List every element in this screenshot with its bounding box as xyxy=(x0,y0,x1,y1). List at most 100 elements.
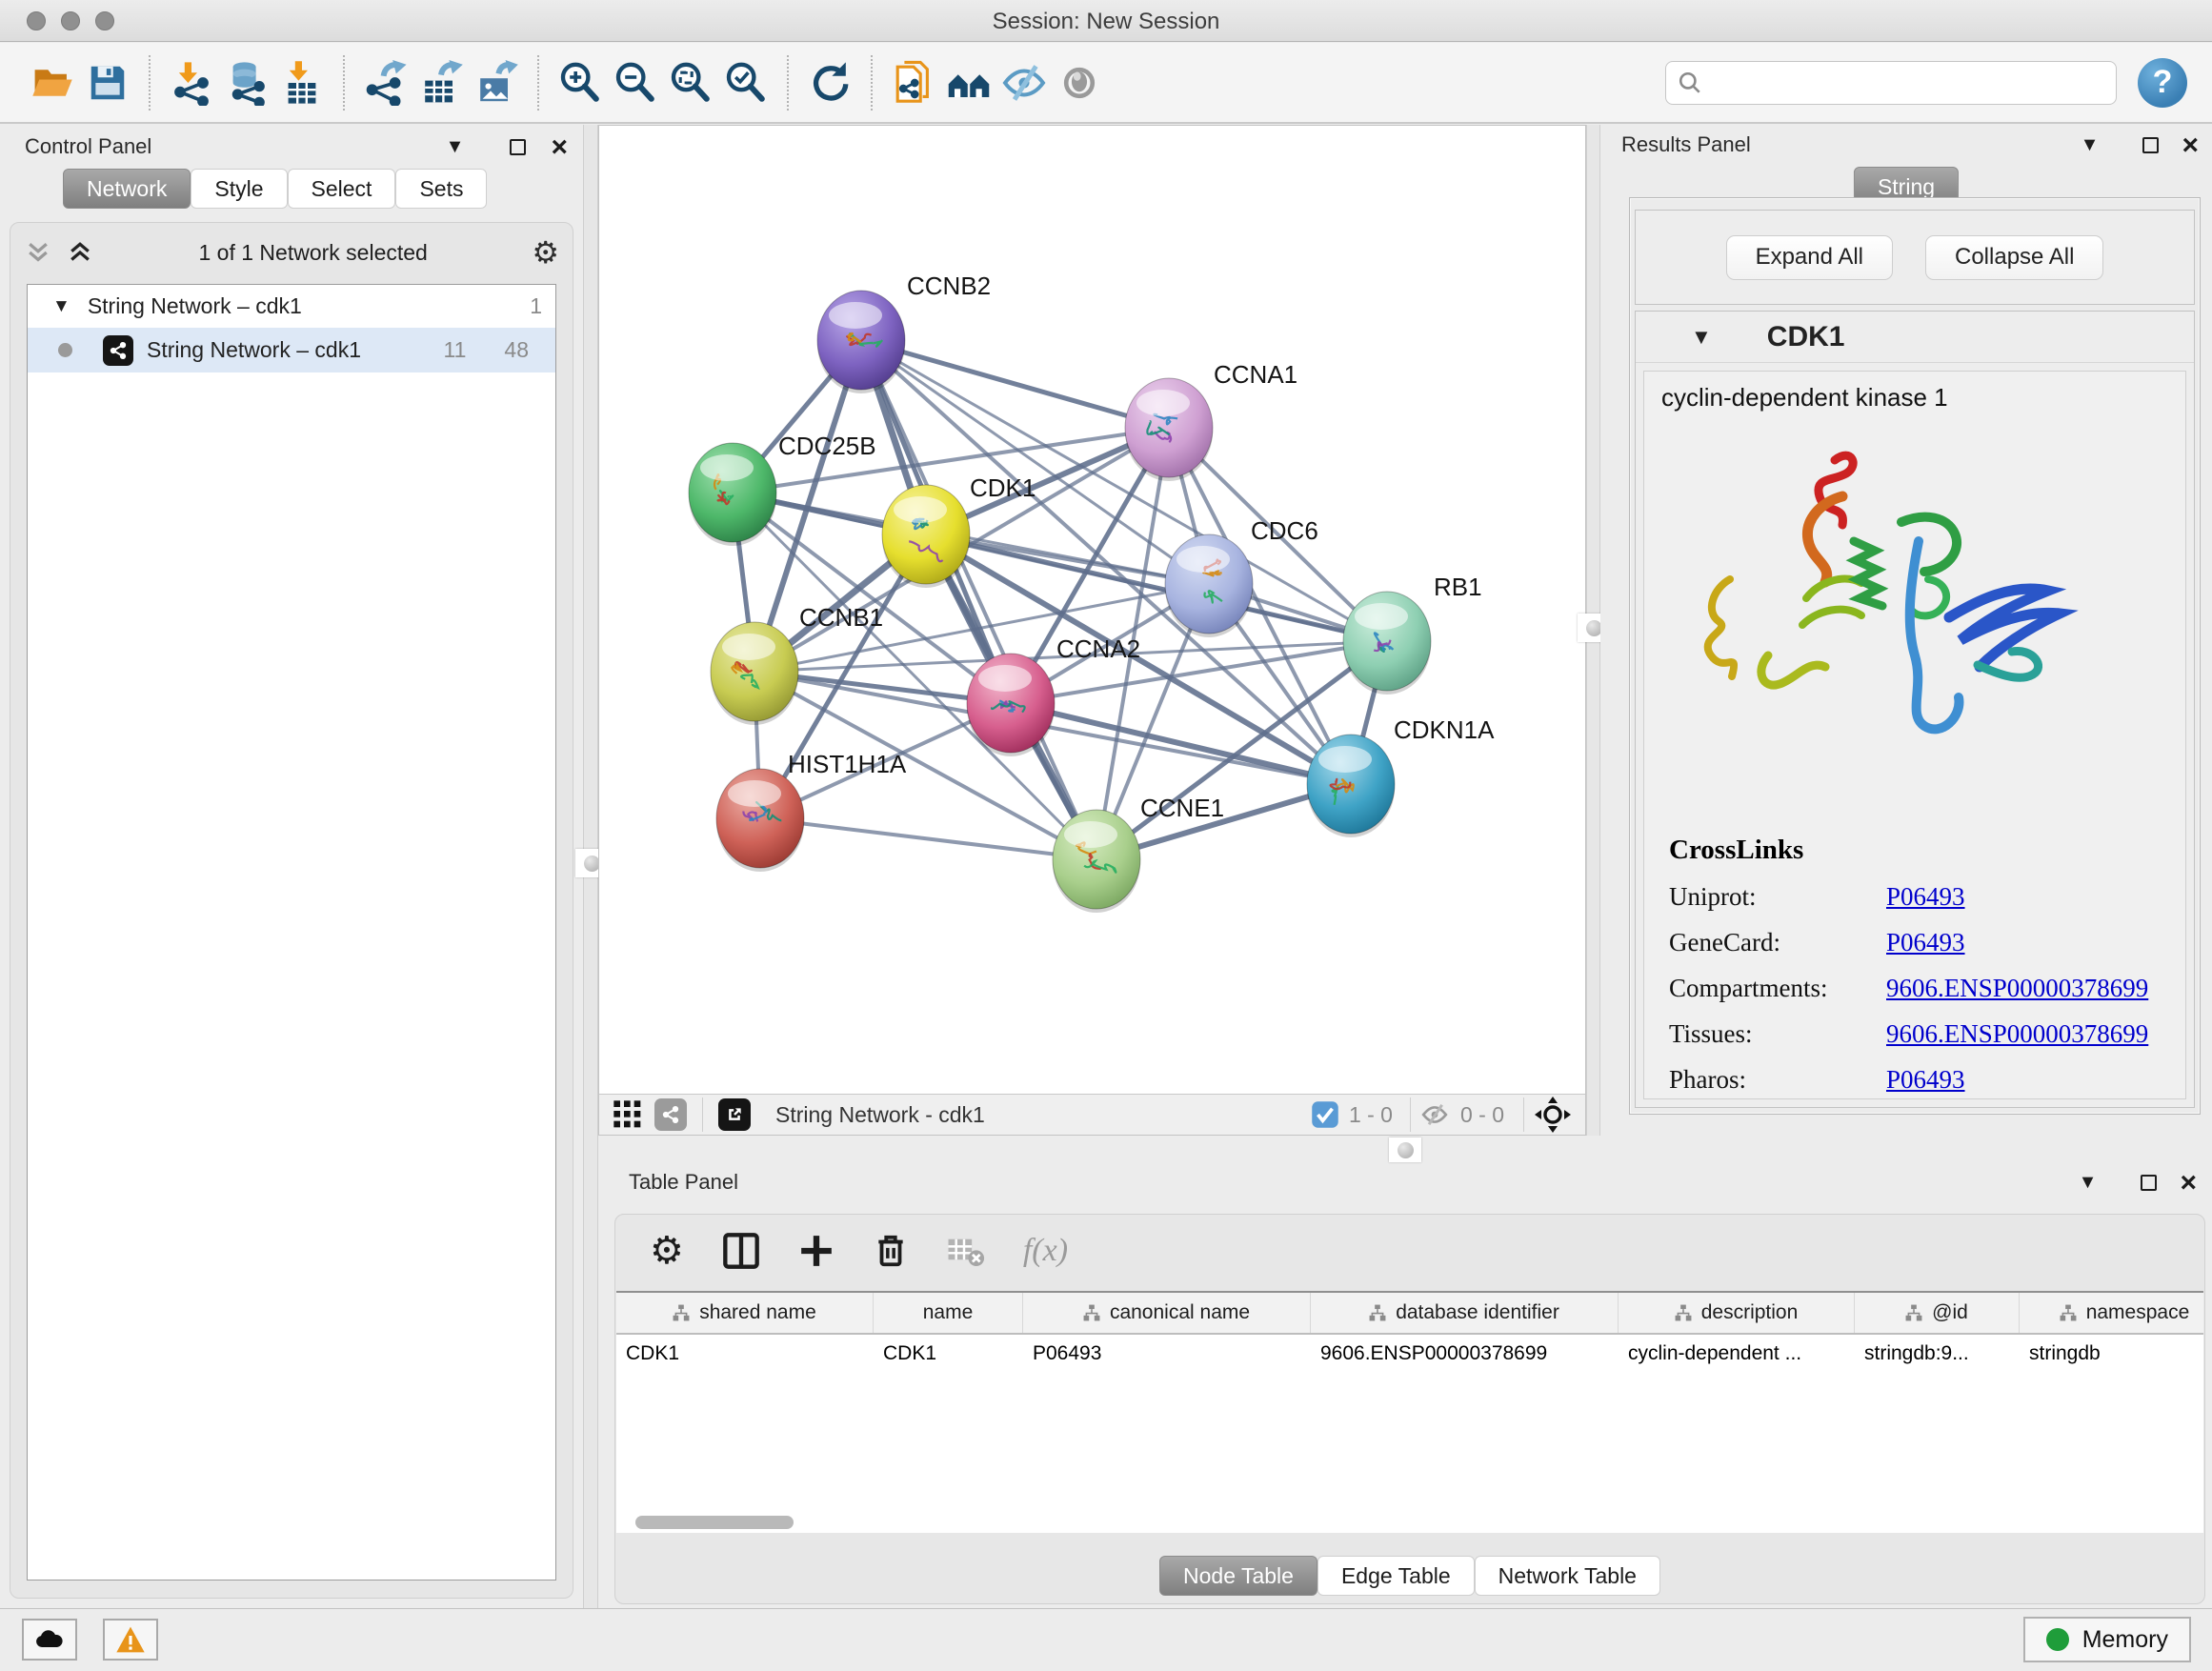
crosslink-link[interactable]: 9606.ENSP00000378699 xyxy=(1886,1019,2148,1049)
warnings-button[interactable] xyxy=(103,1619,158,1661)
column-header--id[interactable]: @id xyxy=(1855,1293,2020,1333)
fit-selection-crosshair-icon[interactable] xyxy=(1534,1096,1572,1134)
table-settings-gear-icon[interactable]: ⚙ xyxy=(650,1229,684,1273)
expand-all-icon[interactable] xyxy=(66,238,94,267)
tree-expand-icon[interactable]: ▼ xyxy=(52,296,70,317)
export-table-button[interactable] xyxy=(413,54,469,111)
tab-sets[interactable]: Sets xyxy=(395,169,487,209)
tab-style[interactable]: Style xyxy=(191,169,287,209)
scrollbar-thumb[interactable] xyxy=(635,1516,794,1529)
table-panel: Table Panel ▼ × ⚙ f(x) shared namenameca… xyxy=(598,1164,2212,1608)
collapse-panel-icon[interactable]: ▼ xyxy=(446,136,465,158)
table-cell[interactable]: stringdb xyxy=(2020,1335,2203,1375)
network-view[interactable]: CCNB2CCNA1CDC25BCDK1CDC6RB1CCNB1CCNA2CDK… xyxy=(598,125,1586,1136)
float-panel-icon[interactable] xyxy=(510,139,526,155)
share-network-file-button[interactable] xyxy=(886,54,941,111)
open-session-button[interactable] xyxy=(25,54,80,111)
main-toolbar: ? xyxy=(0,43,2212,124)
table-splitter[interactable] xyxy=(598,1136,2212,1164)
delete-column-trash-icon[interactable] xyxy=(873,1233,909,1269)
column-header-canonical-name[interactable]: canonical name xyxy=(1023,1293,1311,1333)
expand-all-button[interactable]: Expand All xyxy=(1726,235,1893,280)
table-row[interactable]: CDK1CDK1P064939606.ENSP00000378699cyclin… xyxy=(616,1335,2203,1375)
birds-eye-grid-icon[interactable] xyxy=(613,1099,643,1130)
column-header-database-identifier[interactable]: database identifier xyxy=(1311,1293,1619,1333)
crosslink-link[interactable]: P06493 xyxy=(1886,928,1965,957)
tab-edge-table[interactable]: Edge Table xyxy=(1317,1556,1475,1596)
memory-button[interactable]: Memory xyxy=(2023,1617,2191,1662)
table-cell[interactable]: CDK1 xyxy=(874,1335,1023,1375)
hide-unhide-button[interactable] xyxy=(996,54,1052,111)
column-header-name[interactable]: name xyxy=(874,1293,1023,1333)
collapse-panel-icon[interactable]: ▼ xyxy=(2081,134,2100,156)
column-header-namespace[interactable]: namespace xyxy=(2020,1293,2203,1333)
zoom-in-button[interactable] xyxy=(553,54,608,111)
left-splitter[interactable] xyxy=(583,125,598,1608)
table-cell[interactable]: 9606.ENSP00000378699 xyxy=(1311,1335,1619,1375)
collapse-panel-icon[interactable]: ▼ xyxy=(2079,1172,2098,1194)
graph-node-label-CCNA2: CCNA2 xyxy=(1056,634,1140,663)
network-canvas[interactable]: CCNB2CCNA1CDC25BCDK1CDC6RB1CCNB1CCNA2CDK… xyxy=(599,126,1585,1094)
cloud-icon xyxy=(33,1627,66,1652)
column-header-shared-name[interactable]: shared name xyxy=(616,1293,874,1333)
import-network-database-button[interactable] xyxy=(219,54,274,111)
close-panel-icon[interactable]: × xyxy=(551,139,568,155)
crosslink-link[interactable]: P06493 xyxy=(1886,882,1965,912)
table-header-row: shared namenamecanonical namedatabase id… xyxy=(616,1293,2203,1335)
table-splitter-handle[interactable] xyxy=(1389,1137,1421,1162)
zoom-out-button[interactable] xyxy=(608,54,663,111)
close-panel-icon[interactable]: × xyxy=(2180,1175,2197,1191)
hidden-eye-icon[interactable] xyxy=(1418,1098,1451,1131)
export-network-button[interactable] xyxy=(358,54,413,111)
table-cell[interactable]: CDK1 xyxy=(616,1335,874,1375)
column-header-description[interactable]: description xyxy=(1619,1293,1855,1333)
import-network-file-button[interactable] xyxy=(164,54,219,111)
toolbar-separator xyxy=(343,55,345,111)
collapse-all-button[interactable]: Collapse All xyxy=(1925,235,2103,280)
network-collection-row[interactable]: ▼ String Network – cdk1 1 xyxy=(28,285,555,328)
selected-checkbox-icon[interactable] xyxy=(1311,1100,1339,1129)
results-splitter[interactable] xyxy=(1586,125,1600,1136)
show-columns-icon[interactable] xyxy=(722,1232,760,1270)
float-panel-icon[interactable] xyxy=(2142,137,2159,153)
network-overview-icon[interactable] xyxy=(654,1098,687,1131)
tab-node-table[interactable]: Node Table xyxy=(1159,1556,1317,1596)
gear-icon[interactable]: ⚙ xyxy=(532,234,559,271)
import-table-file-button[interactable] xyxy=(274,54,330,111)
open-in-new-icon[interactable] xyxy=(718,1098,751,1131)
gene-name: CDK1 xyxy=(1767,321,1845,353)
table-cell[interactable]: P06493 xyxy=(1023,1335,1311,1375)
collapse-gene-icon[interactable]: ▼ xyxy=(1691,325,1712,350)
application-window: Session: New Session xyxy=(0,0,2212,1671)
table-cell[interactable]: stringdb:9... xyxy=(1855,1335,2020,1375)
network-row[interactable]: String Network – cdk1 11 48 xyxy=(28,328,555,372)
table-panel-title: Table Panel xyxy=(629,1170,738,1195)
table-cell[interactable]: cyclin-dependent ... xyxy=(1619,1335,1855,1375)
float-panel-icon[interactable] xyxy=(2141,1175,2157,1191)
apply-layout-button[interactable] xyxy=(802,54,857,111)
close-panel-icon[interactable]: × xyxy=(2182,137,2199,153)
column-type-icon xyxy=(1905,1304,1922,1321)
search-input[interactable] xyxy=(1702,64,2104,102)
save-session-button[interactable] xyxy=(80,54,135,111)
crosslink-link[interactable]: 9606.ENSP00000378699 xyxy=(1886,974,2148,1003)
export-image-button[interactable] xyxy=(469,54,524,111)
collapse-all-icon[interactable] xyxy=(24,238,52,267)
zoom-fit-button[interactable] xyxy=(663,54,718,111)
cloud-status-button[interactable] xyxy=(22,1619,77,1661)
toggle-gray-button[interactable] xyxy=(1052,54,1107,111)
column-type-icon xyxy=(2060,1304,2077,1321)
gene-section-header[interactable]: ▼ CDK1 xyxy=(1636,312,2194,363)
zoom-selected-button[interactable] xyxy=(718,54,774,111)
table-horizontal-scrollbar[interactable] xyxy=(622,1516,2203,1529)
tab-network-table[interactable]: Network Table xyxy=(1475,1556,1660,1596)
tab-network[interactable]: Network xyxy=(63,169,191,209)
add-column-icon[interactable] xyxy=(798,1233,835,1269)
string-home-button[interactable] xyxy=(941,54,996,111)
selected-count: 1 - 0 xyxy=(1349,1102,1393,1128)
tab-select[interactable]: Select xyxy=(288,169,396,209)
help-button[interactable]: ? xyxy=(2138,58,2187,108)
toolbar-search[interactable] xyxy=(1665,61,2117,105)
control-panel-tabs: Network Style Select Sets xyxy=(63,169,487,209)
crosslink-link[interactable]: P06493 xyxy=(1886,1065,1965,1095)
